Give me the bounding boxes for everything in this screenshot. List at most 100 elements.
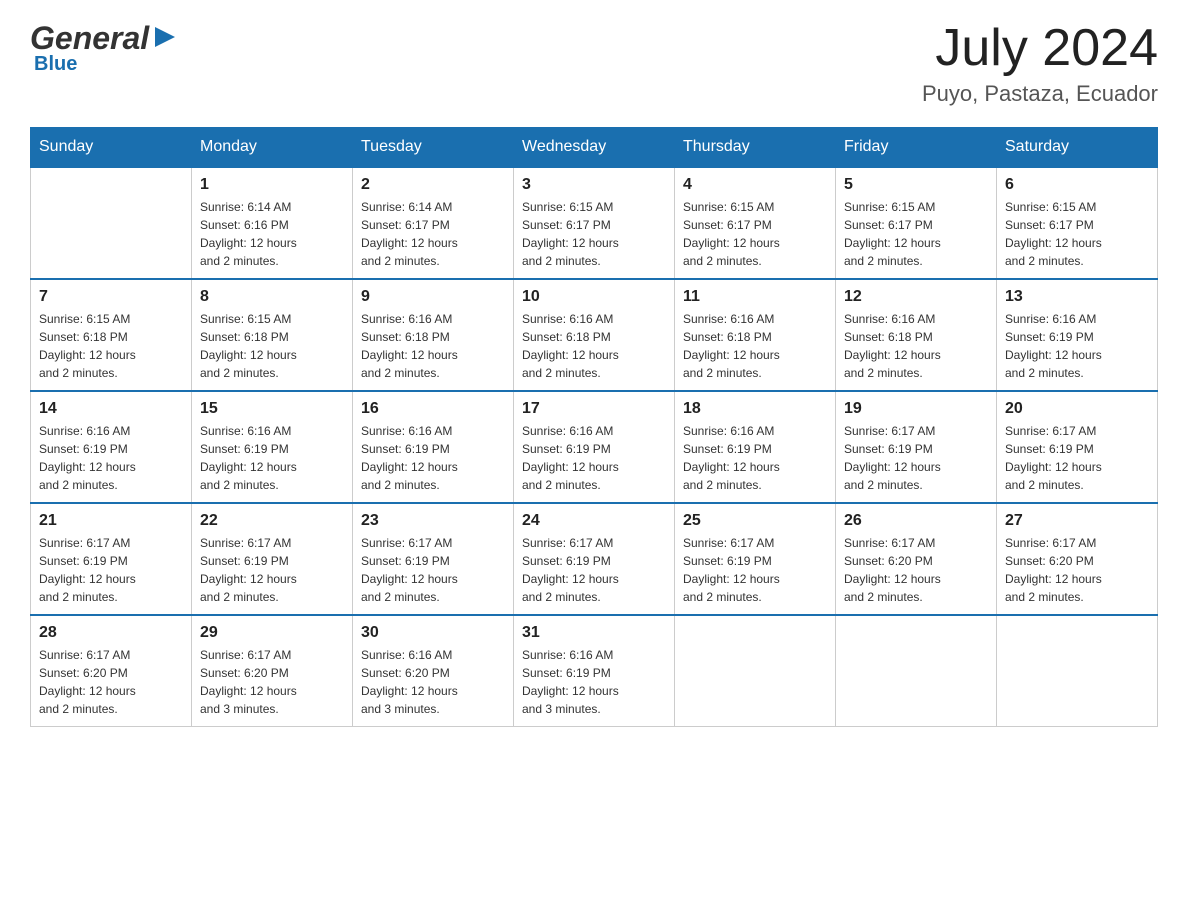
column-header-wednesday: Wednesday (514, 128, 675, 168)
day-info-text: Sunrise: 6:17 AM Sunset: 6:20 PM Dayligh… (39, 646, 183, 718)
day-info-text: Sunrise: 6:16 AM Sunset: 6:18 PM Dayligh… (683, 310, 827, 382)
day-number: 20 (1005, 400, 1149, 418)
day-number: 13 (1005, 288, 1149, 306)
day-info-text: Sunrise: 6:15 AM Sunset: 6:17 PM Dayligh… (844, 198, 988, 270)
calendar-week-row: 1 Sunrise: 6:14 AM Sunset: 6:16 PM Daylig… (31, 167, 1158, 279)
calendar-cell: 8 Sunrise: 6:15 AM Sunset: 6:18 PM Daylig… (192, 279, 353, 391)
day-number: 5 (844, 176, 988, 194)
logo: General Blue (30, 20, 179, 76)
calendar-cell: 13 Sunrise: 6:16 AM Sunset: 6:19 PM Dayli… (997, 279, 1158, 391)
day-number: 11 (683, 288, 827, 306)
calendar-cell: 28 Sunrise: 6:17 AM Sunset: 6:20 PM Dayli… (31, 615, 192, 727)
calendar-cell (836, 615, 997, 727)
calendar-cell: 21 Sunrise: 6:17 AM Sunset: 6:19 PM Dayli… (31, 503, 192, 615)
calendar-week-row: 7 Sunrise: 6:15 AM Sunset: 6:18 PM Daylig… (31, 279, 1158, 391)
column-header-friday: Friday (836, 128, 997, 168)
calendar-cell: 15Sunrise: 6:16 AM Sunset: 6:19 PM Dayli… (192, 391, 353, 503)
day-number: 18 (683, 400, 827, 418)
day-info-text: Sunrise: 6:16 AM Sunset: 6:18 PM Dayligh… (844, 310, 988, 382)
calendar-table: SundayMondayTuesdayWednesdayThursdayFrid… (30, 127, 1158, 727)
day-info-text: Sunrise: 6:15 AM Sunset: 6:17 PM Dayligh… (1005, 198, 1149, 270)
day-number: 19 (844, 400, 988, 418)
day-number: 8 (200, 288, 344, 306)
day-number: 6 (1005, 176, 1149, 194)
calendar-cell (31, 167, 192, 279)
calendar-cell: 7Sunrise: 6:15 AM Sunset: 6:18 PM Daylig… (31, 279, 192, 391)
logo-general-text: General (30, 20, 149, 57)
day-number: 23 (361, 512, 505, 530)
day-info-text: Sunrise: 6:14 AM Sunset: 6:17 PM Dayligh… (361, 198, 505, 270)
calendar-cell: 6 Sunrise: 6:15 AM Sunset: 6:17 PM Daylig… (997, 167, 1158, 279)
calendar-cell: 29 Sunrise: 6:17 AM Sunset: 6:20 PM Dayli… (192, 615, 353, 727)
day-info-text: Sunrise: 6:15 AM Sunset: 6:18 PM Dayligh… (200, 310, 344, 382)
calendar-week-row: 21 Sunrise: 6:17 AM Sunset: 6:19 PM Dayli… (31, 503, 1158, 615)
calendar-cell: 16 Sunrise: 6:16 AM Sunset: 6:19 PM Dayli… (353, 391, 514, 503)
column-header-thursday: Thursday (675, 128, 836, 168)
day-number: 30 (361, 624, 505, 642)
day-info-text: Sunrise: 6:16 AM Sunset: 6:19 PM Dayligh… (1005, 310, 1149, 382)
column-header-monday: Monday (192, 128, 353, 168)
calendar-header-row: SundayMondayTuesdayWednesdayThursdayFrid… (31, 128, 1158, 168)
calendar-cell: 30Sunrise: 6:16 AM Sunset: 6:20 PM Dayli… (353, 615, 514, 727)
calendar-cell (997, 615, 1158, 727)
day-info-text: Sunrise: 6:17 AM Sunset: 6:19 PM Dayligh… (39, 534, 183, 606)
column-header-tuesday: Tuesday (353, 128, 514, 168)
calendar-cell: 11 Sunrise: 6:16 AM Sunset: 6:18 PM Dayli… (675, 279, 836, 391)
calendar-cell: 5 Sunrise: 6:15 AM Sunset: 6:17 PM Daylig… (836, 167, 997, 279)
day-number: 7 (39, 288, 183, 306)
day-number: 2 (361, 176, 505, 194)
day-info-text: Sunrise: 6:16 AM Sunset: 6:19 PM Dayligh… (39, 422, 183, 494)
day-number: 28 (39, 624, 183, 642)
day-info-text: Sunrise: 6:17 AM Sunset: 6:19 PM Dayligh… (683, 534, 827, 606)
day-number: 3 (522, 176, 666, 194)
day-number: 21 (39, 512, 183, 530)
calendar-cell: 22Sunrise: 6:17 AM Sunset: 6:19 PM Dayli… (192, 503, 353, 615)
calendar-cell: 24 Sunrise: 6:17 AM Sunset: 6:19 PM Dayli… (514, 503, 675, 615)
day-info-text: Sunrise: 6:15 AM Sunset: 6:17 PM Dayligh… (683, 198, 827, 270)
day-info-text: Sunrise: 6:16 AM Sunset: 6:18 PM Dayligh… (361, 310, 505, 382)
month-year-title: July 2024 (922, 20, 1158, 77)
calendar-cell: 1 Sunrise: 6:14 AM Sunset: 6:16 PM Daylig… (192, 167, 353, 279)
day-number: 10 (522, 288, 666, 306)
column-header-saturday: Saturday (997, 128, 1158, 168)
logo-flag-icon (151, 23, 179, 51)
location-subtitle: Puyo, Pastaza, Ecuador (922, 81, 1158, 107)
day-number: 1 (200, 176, 344, 194)
day-info-text: Sunrise: 6:16 AM Sunset: 6:18 PM Dayligh… (522, 310, 666, 382)
day-info-text: Sunrise: 6:15 AM Sunset: 6:17 PM Dayligh… (522, 198, 666, 270)
day-info-text: Sunrise: 6:14 AM Sunset: 6:16 PM Dayligh… (200, 198, 344, 270)
calendar-cell: 23 Sunrise: 6:17 AM Sunset: 6:19 PM Dayli… (353, 503, 514, 615)
calendar-cell: 4Sunrise: 6:15 AM Sunset: 6:17 PM Daylig… (675, 167, 836, 279)
column-header-sunday: Sunday (31, 128, 192, 168)
day-info-text: Sunrise: 6:16 AM Sunset: 6:19 PM Dayligh… (683, 422, 827, 494)
day-info-text: Sunrise: 6:17 AM Sunset: 6:19 PM Dayligh… (522, 534, 666, 606)
calendar-week-row: 14Sunrise: 6:16 AM Sunset: 6:19 PM Dayli… (31, 391, 1158, 503)
logo-blue-text: Blue (34, 53, 77, 76)
day-info-text: Sunrise: 6:16 AM Sunset: 6:19 PM Dayligh… (522, 646, 666, 718)
day-number: 16 (361, 400, 505, 418)
calendar-cell: 3 Sunrise: 6:15 AM Sunset: 6:17 PM Daylig… (514, 167, 675, 279)
day-number: 17 (522, 400, 666, 418)
day-number: 9 (361, 288, 505, 306)
day-number: 31 (522, 624, 666, 642)
day-info-text: Sunrise: 6:16 AM Sunset: 6:19 PM Dayligh… (361, 422, 505, 494)
day-info-text: Sunrise: 6:17 AM Sunset: 6:19 PM Dayligh… (361, 534, 505, 606)
calendar-cell: 31 Sunrise: 6:16 AM Sunset: 6:19 PM Dayli… (514, 615, 675, 727)
calendar-cell: 17 Sunrise: 6:16 AM Sunset: 6:19 PM Dayli… (514, 391, 675, 503)
calendar-cell: 25Sunrise: 6:17 AM Sunset: 6:19 PM Dayli… (675, 503, 836, 615)
day-number: 29 (200, 624, 344, 642)
day-info-text: Sunrise: 6:16 AM Sunset: 6:19 PM Dayligh… (200, 422, 344, 494)
day-number: 24 (522, 512, 666, 530)
title-block: July 2024 Puyo, Pastaza, Ecuador (922, 20, 1158, 107)
calendar-cell (675, 615, 836, 727)
day-info-text: Sunrise: 6:17 AM Sunset: 6:20 PM Dayligh… (1005, 534, 1149, 606)
day-number: 27 (1005, 512, 1149, 530)
day-info-text: Sunrise: 6:16 AM Sunset: 6:19 PM Dayligh… (522, 422, 666, 494)
calendar-cell: 20Sunrise: 6:17 AM Sunset: 6:19 PM Dayli… (997, 391, 1158, 503)
day-info-text: Sunrise: 6:17 AM Sunset: 6:20 PM Dayligh… (200, 646, 344, 718)
calendar-cell: 19Sunrise: 6:17 AM Sunset: 6:19 PM Dayli… (836, 391, 997, 503)
calendar-cell: 2 Sunrise: 6:14 AM Sunset: 6:17 PM Daylig… (353, 167, 514, 279)
calendar-cell: 14Sunrise: 6:16 AM Sunset: 6:19 PM Dayli… (31, 391, 192, 503)
calendar-cell: 9 Sunrise: 6:16 AM Sunset: 6:18 PM Daylig… (353, 279, 514, 391)
day-number: 22 (200, 512, 344, 530)
